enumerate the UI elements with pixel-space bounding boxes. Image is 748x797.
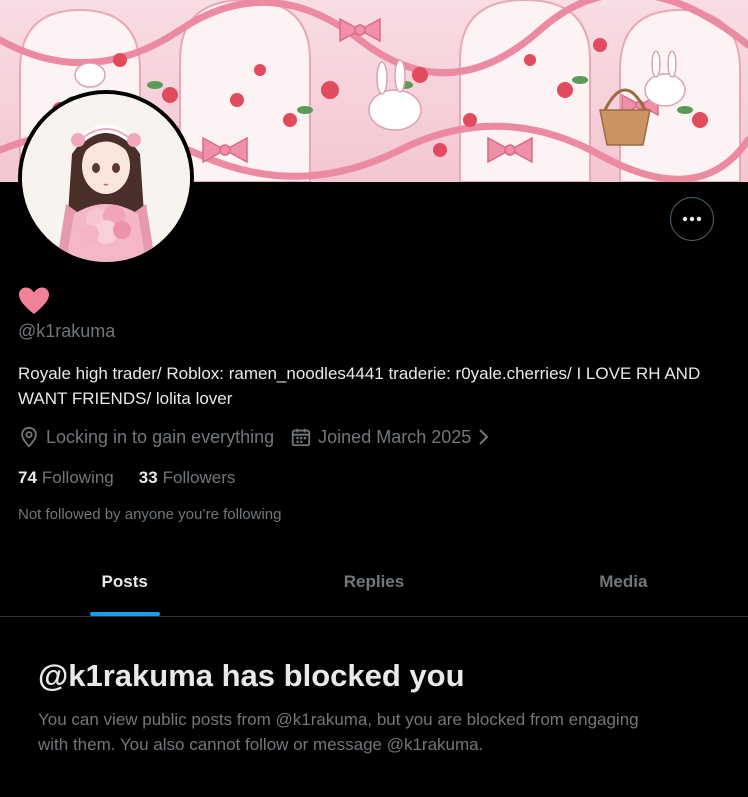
active-tab-indicator — [89, 612, 160, 616]
blocked-title: @k1rakuma has blocked you — [38, 658, 465, 693]
display-name — [18, 286, 50, 318]
following-count: 74 — [18, 468, 37, 487]
heart-icon — [19, 287, 49, 314]
tab-posts[interactable]: Posts — [0, 548, 249, 616]
joined-text: Joined March 2025 — [318, 426, 472, 447]
profile-tabs: Posts Replies Media — [0, 548, 748, 617]
tab-media[interactable]: Media — [499, 548, 748, 616]
followers-count: 33 — [138, 468, 158, 487]
following-label: Following — [41, 468, 114, 487]
location-item: Locking in to gain everything — [18, 426, 274, 448]
profile-avatar[interactable] — [18, 90, 194, 266]
tab-replies-label: Replies — [343, 572, 405, 591]
followers-label: Followers — [162, 468, 236, 487]
location-pin-icon — [21, 426, 37, 448]
chevron-right-icon — [479, 429, 489, 445]
followed-by-note: Not followed by anyone you’re following — [18, 506, 282, 523]
tab-posts-label: Posts — [101, 572, 148, 591]
follow-stats: 74 Following 33 Followers — [18, 467, 235, 489]
avatar-image — [22, 94, 190, 262]
joined-item[interactable]: Joined March 2025 — [290, 426, 495, 448]
blocked-description: You can view public posts from @k1rakuma… — [38, 710, 639, 754]
more-options-button[interactable] — [670, 197, 714, 241]
tab-media-label: Media — [599, 572, 648, 591]
following-link[interactable]: 74 Following — [18, 468, 114, 488]
profile-meta: Locking in to gain everything Joined Mar… — [18, 425, 495, 449]
profile-bio: Royale high trader/ Roblox: ramen_noodle… — [18, 364, 701, 408]
followers-link[interactable]: 33 Followers — [139, 468, 236, 488]
profile-handle: @k1rakuma — [18, 321, 116, 341]
more-horizontal-icon — [682, 216, 702, 222]
location-text: Locking in to gain everything — [46, 426, 275, 447]
calendar-icon — [291, 428, 311, 447]
tab-replies[interactable]: Replies — [249, 548, 498, 616]
